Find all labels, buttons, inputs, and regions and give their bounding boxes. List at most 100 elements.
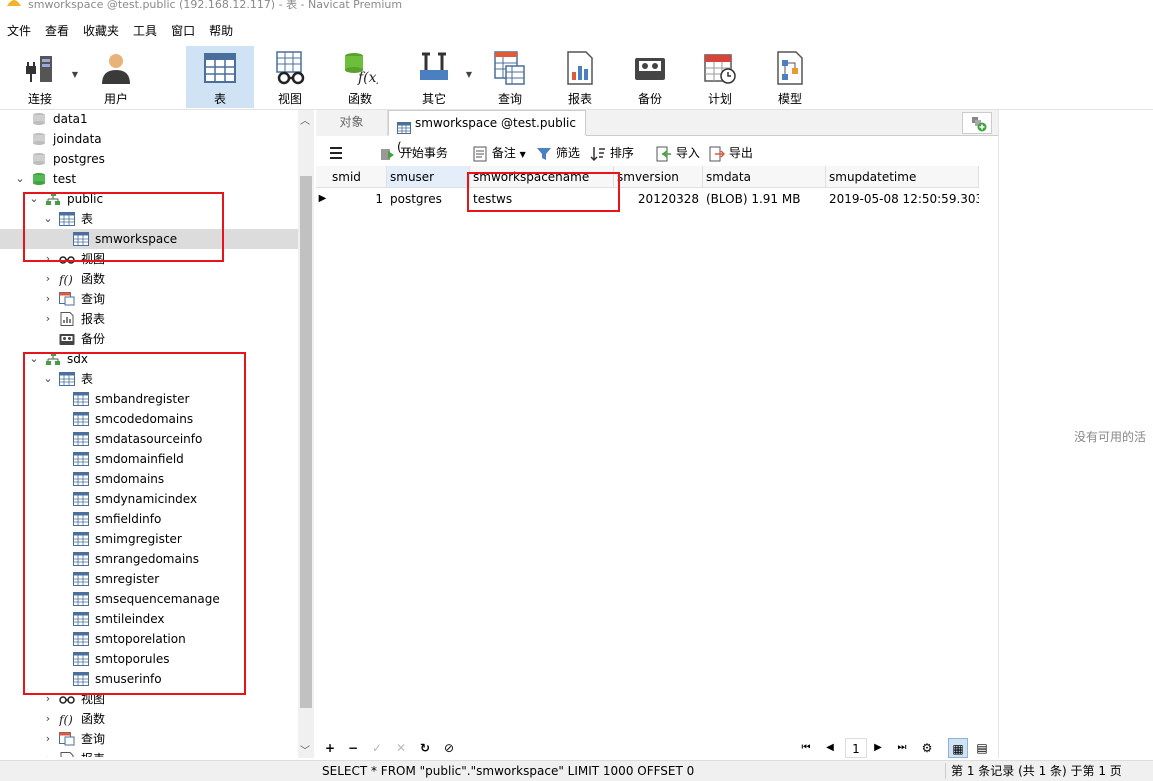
delete-record-icon[interactable]: − xyxy=(345,738,361,758)
next-page-icon[interactable]: ▶ xyxy=(870,738,886,758)
chevron-down-icon[interactable]: ▼ xyxy=(466,70,472,79)
tree-views-public[interactable]: › 视图 xyxy=(0,249,298,269)
menu-view[interactable]: 查看 xyxy=(38,20,76,42)
user-button[interactable]: 用户 xyxy=(82,46,150,108)
chevron-right-icon[interactable]: › xyxy=(42,709,54,729)
column-header-smversion[interactable]: smversion xyxy=(614,166,703,188)
tree-table-item[interactable]: smregister xyxy=(0,569,298,589)
tree-table-item[interactable]: smuserinfo xyxy=(0,669,298,689)
tree-reports-public[interactable]: › 报表 xyxy=(0,309,298,329)
report-button[interactable]: 报表 xyxy=(546,46,614,108)
tree-db-postgres[interactable]: postgres xyxy=(0,149,298,169)
tree-functions-public[interactable]: › f() 函数 xyxy=(0,269,298,289)
tree-table-item[interactable]: smtoporelation xyxy=(0,629,298,649)
tree-tables-sdx[interactable]: ⌄ 表 xyxy=(0,369,298,389)
tree-table-smworkspace[interactable]: smworkspace xyxy=(0,229,298,249)
tree-table-item[interactable]: smfieldinfo xyxy=(0,509,298,529)
table-cell-smversion[interactable]: 20120328 xyxy=(614,188,703,210)
add-record-icon[interactable]: + xyxy=(322,738,338,758)
column-header-smdata[interactable]: smdata xyxy=(703,166,826,188)
view-button[interactable]: 视图 xyxy=(256,46,324,108)
form-view-icon[interactable]: ▤ xyxy=(972,738,992,758)
tree-queries-public[interactable]: › 查询 xyxy=(0,289,298,309)
grid-view-icon[interactable]: ▦ xyxy=(948,738,968,758)
backup-button[interactable]: 备份 xyxy=(616,46,684,108)
previous-page-icon[interactable]: ◀ xyxy=(822,738,838,758)
function-button[interactable]: f(x) 函数 xyxy=(326,46,394,108)
chevron-down-icon[interactable]: ⌄ xyxy=(28,189,40,209)
tree-tables-public[interactable]: ⌄ 表 xyxy=(0,209,298,229)
tree-schema-sdx[interactable]: ⌄ sdx xyxy=(0,349,298,369)
menu-window[interactable]: 窗口 xyxy=(164,20,202,42)
new-tab-button[interactable] xyxy=(962,112,992,134)
chevron-right-icon[interactable]: › xyxy=(42,309,54,329)
first-page-icon[interactable]: ⏮ xyxy=(798,738,814,758)
table-button[interactable]: 表 xyxy=(186,46,254,108)
table-cell-smid[interactable]: 1 xyxy=(329,188,387,210)
chevron-right-icon[interactable]: › xyxy=(42,249,54,269)
chevron-down-icon[interactable]: ⌄ xyxy=(42,369,54,389)
cancel-x-icon[interactable]: ✕ xyxy=(393,738,409,758)
chevron-down-icon[interactable]: ▼ xyxy=(520,150,526,159)
chevron-right-icon[interactable]: › xyxy=(42,749,54,757)
column-header-smid[interactable]: smid xyxy=(329,166,387,188)
chevron-down-icon[interactable]: ⌄ xyxy=(28,349,40,369)
tree-table-item[interactable]: smdomains xyxy=(0,469,298,489)
menu-tools[interactable]: 工具 xyxy=(126,20,164,42)
tree-table-item[interactable]: smsequencemanage xyxy=(0,589,298,609)
tree-db-data1[interactable]: data1 xyxy=(0,110,298,129)
tree-queries-sdx[interactable]: › 查询 xyxy=(0,729,298,749)
note-button[interactable]: 备注 ▼ xyxy=(472,142,526,164)
menu-file[interactable]: 文件 xyxy=(0,20,38,42)
chevron-right-icon[interactable]: › xyxy=(42,289,54,309)
filter-button[interactable]: 筛选 xyxy=(536,142,580,164)
tree-db-test[interactable]: ⌄ test xyxy=(0,169,298,189)
chevron-right-icon[interactable]: › xyxy=(42,729,54,749)
query-button[interactable]: 查询 xyxy=(476,46,544,108)
apply-check-icon[interactable]: ✓ xyxy=(369,738,385,758)
chevron-down-icon[interactable]: ⌄ xyxy=(14,169,26,189)
model-button[interactable]: 模型 xyxy=(756,46,824,108)
tree-table-item[interactable]: smtoporules xyxy=(0,649,298,669)
tree-backups-public[interactable]: 备份 xyxy=(0,329,298,349)
menu-help[interactable]: 帮助 xyxy=(202,20,240,42)
tree-views-sdx[interactable]: › 视图 xyxy=(0,689,298,709)
scroll-down-icon[interactable]: ﹀ xyxy=(300,742,310,757)
chevron-right-icon[interactable]: › xyxy=(42,269,54,289)
tree-functions-sdx[interactable]: › f() 函数 xyxy=(0,709,298,729)
chevron-down-icon[interactable]: ▼ xyxy=(72,70,78,79)
page-number-input[interactable]: 1 xyxy=(845,738,867,758)
scroll-up-icon[interactable]: ︿ xyxy=(300,112,310,127)
scrollbar-thumb[interactable] xyxy=(300,176,312,708)
schedule-button[interactable]: 计划 xyxy=(686,46,754,108)
menu-favorites[interactable]: 收藏夹 xyxy=(76,20,126,42)
table-cell-smdata[interactable]: (BLOB) 1.91 MB xyxy=(703,188,826,210)
export-button[interactable]: 导出 xyxy=(709,142,753,164)
tree-table-item[interactable]: smdynamicindex xyxy=(0,489,298,509)
connect-button[interactable]: ▼ 连接 xyxy=(6,46,78,108)
tree-table-item[interactable]: smbandregister xyxy=(0,389,298,409)
tree-table-item[interactable]: smdatasourceinfo xyxy=(0,429,298,449)
tree-table-item[interactable]: smdomainfield xyxy=(0,449,298,469)
settings-gear-icon[interactable]: ⚙ xyxy=(919,738,935,758)
refresh-icon[interactable]: ↻ xyxy=(417,738,433,758)
table-cell-smuser[interactable]: postgres xyxy=(387,188,470,210)
tree-table-item[interactable]: smcodedomains xyxy=(0,409,298,429)
chevron-right-icon[interactable]: › xyxy=(42,689,54,709)
column-header-smupdatetime[interactable]: smupdatetime xyxy=(826,166,979,188)
tree-table-item[interactable]: smrangedomains xyxy=(0,549,298,569)
tree-schema-public[interactable]: ⌄ public xyxy=(0,189,298,209)
column-header-smuser[interactable]: smuser xyxy=(387,166,470,188)
other-button[interactable]: ▼ 其它 xyxy=(400,46,472,108)
last-page-icon[interactable]: ⏭ xyxy=(894,738,910,758)
tree-reports-sdx[interactable]: › 报表 xyxy=(0,749,298,757)
begin-transaction-button[interactable]: 开始事务 xyxy=(380,142,448,164)
tree-scrollbar[interactable]: ︿ ﹀ xyxy=(298,110,314,758)
tree-db-joindata[interactable]: joindata xyxy=(0,129,298,149)
tree-table-item[interactable]: smtileindex xyxy=(0,609,298,629)
table-cell-smupdatetime[interactable]: 2019-05-08 12:50:59.3033 xyxy=(826,188,979,210)
chevron-down-icon[interactable]: ⌄ xyxy=(42,209,54,229)
menu-hamburger-icon[interactable] xyxy=(328,142,344,164)
import-button[interactable]: 导入 xyxy=(656,142,700,164)
stop-icon[interactable]: ⊘ xyxy=(441,738,457,758)
